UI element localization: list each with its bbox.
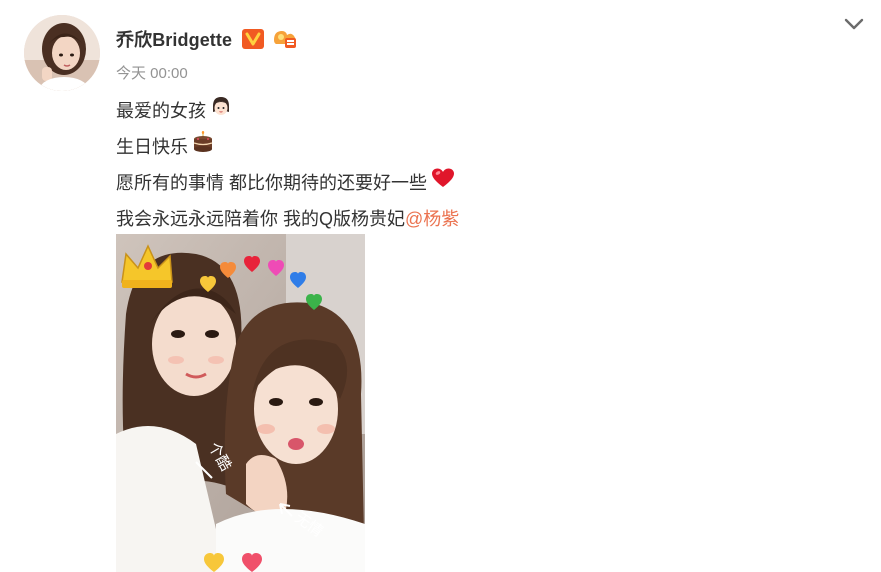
post-line-text: 生日快乐 bbox=[116, 137, 188, 157]
post-line-3: 愿所有的事情 都比你期待的还要好一些 bbox=[116, 165, 459, 201]
post-line-1: 最爱的女孩 bbox=[116, 93, 459, 129]
post-line-text: 我会永远永远陪着你 我的Q版杨贵妃 bbox=[116, 209, 406, 229]
cake-emoji bbox=[192, 129, 214, 165]
chevron-down-icon[interactable] bbox=[842, 14, 866, 34]
post-timestamp[interactable]: 今天 00:00 bbox=[116, 62, 188, 83]
author-name[interactable]: 乔欣Bridgette bbox=[116, 26, 232, 52]
post-body: 最爱的女孩 生日快乐 愿所有的事情 都比你期待的还要好一些 我会永远永远陪着你 … bbox=[116, 93, 459, 237]
post-line-text: 愿所有的事情 都比你期待的还要好一些 bbox=[116, 173, 427, 193]
author-row: 乔欣Bridgette bbox=[116, 27, 298, 51]
mention-link[interactable]: @杨紫 bbox=[405, 201, 459, 237]
post-line-4: 我会永远永远陪着你 我的Q版杨贵妃 @杨紫 bbox=[116, 201, 459, 237]
post-line-2: 生日快乐 bbox=[116, 129, 459, 165]
post-line-text: 最爱的女孩 bbox=[116, 101, 206, 121]
fan-group-icon[interactable] bbox=[272, 28, 298, 50]
post-image[interactable]: 个酷 无情 bbox=[116, 234, 365, 572]
girl-face-emoji bbox=[210, 93, 232, 129]
red-heart-emoji bbox=[431, 165, 455, 201]
author-avatar[interactable] bbox=[24, 15, 100, 91]
verified-v-icon bbox=[242, 29, 265, 49]
